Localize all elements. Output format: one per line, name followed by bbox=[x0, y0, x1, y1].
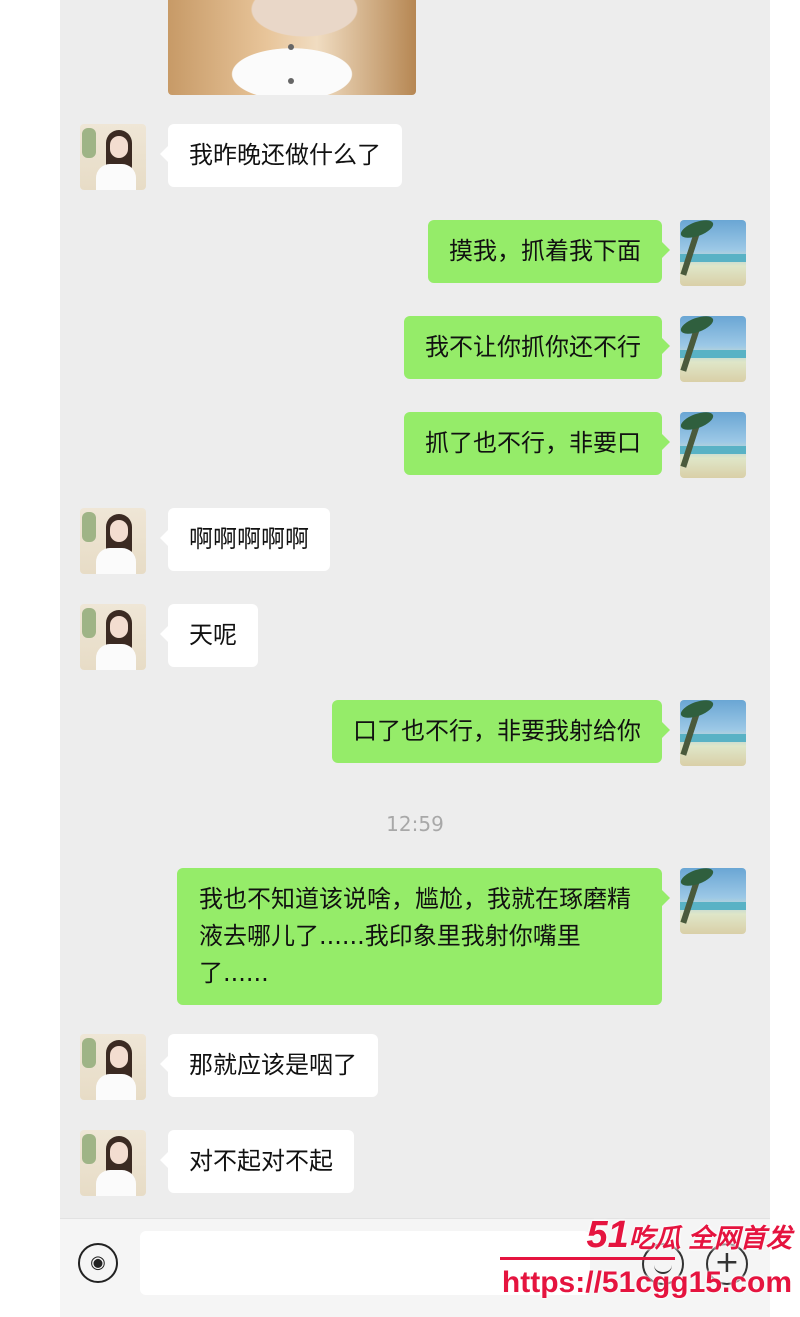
outgoing-message[interactable]: 我不让你抓你还不行 bbox=[404, 316, 670, 379]
my-avatar[interactable] bbox=[680, 700, 746, 766]
chat-screen: 我昨晚还做什么了 摸我，抓着我下面 我不让你抓你还不行 抓了也不行，非要口 啊啊… bbox=[60, 0, 770, 1317]
watermark-url: https://51cgg15.com bbox=[501, 1266, 792, 1299]
my-avatar[interactable] bbox=[680, 868, 746, 934]
outgoing-message[interactable]: 抓了也不行，非要口 bbox=[404, 412, 670, 475]
my-avatar[interactable] bbox=[680, 220, 746, 286]
button-dot bbox=[288, 44, 294, 50]
watermark-divider bbox=[500, 1257, 675, 1260]
incoming-message[interactable]: 对不起对不起 bbox=[160, 1130, 354, 1193]
contact-avatar[interactable] bbox=[80, 1130, 146, 1196]
button-dot bbox=[288, 78, 294, 84]
incoming-message[interactable]: 天呢 bbox=[160, 604, 258, 667]
outgoing-message[interactable]: 摸我，抓着我下面 bbox=[428, 220, 670, 283]
chat-timestamp: 12:59 bbox=[386, 812, 444, 836]
outgoing-message[interactable]: 我也不知道该说啥，尴尬，我就在琢磨精液去哪儿了......我印象里我射你嘴里了.… bbox=[177, 868, 670, 1005]
incoming-message[interactable]: 我昨晚还做什么了 bbox=[160, 124, 402, 187]
contact-avatar[interactable] bbox=[80, 124, 146, 190]
voice-icon[interactable]: ◉ bbox=[78, 1243, 118, 1283]
contact-avatar[interactable] bbox=[80, 604, 146, 670]
received-photo[interactable] bbox=[168, 0, 416, 95]
contact-avatar[interactable] bbox=[80, 1034, 146, 1100]
watermark-brand: 51吃瓜 全网首发 bbox=[586, 1214, 792, 1256]
my-avatar[interactable] bbox=[680, 316, 746, 382]
my-avatar[interactable] bbox=[680, 412, 746, 478]
incoming-message[interactable]: 啊啊啊啊啊 bbox=[160, 508, 330, 571]
outgoing-message[interactable]: 口了也不行，非要我射给你 bbox=[332, 700, 670, 763]
incoming-message[interactable]: 那就应该是咽了 bbox=[160, 1034, 378, 1097]
contact-avatar[interactable] bbox=[80, 508, 146, 574]
